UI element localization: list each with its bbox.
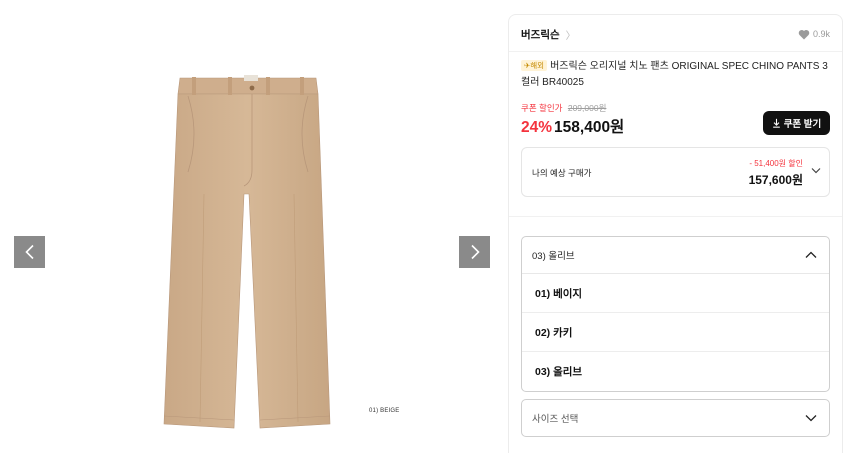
- download-icon: [772, 118, 780, 128]
- overseas-badge: ✈해외: [521, 60, 548, 71]
- chevron-down-icon: [811, 168, 821, 174]
- product-title-block: ✈해외 버즈릭슨 오리지널 치노 팬츠 ORIGINAL SPEC CHINO P…: [521, 59, 831, 91]
- sale-price: 158,400원: [554, 119, 625, 136]
- get-coupon-button[interactable]: 쿠폰 받기: [763, 111, 830, 135]
- chevron-right-icon: [470, 244, 480, 260]
- product-image-gallery: 01) BEIGE: [0, 0, 505, 453]
- next-image-button[interactable]: [459, 236, 490, 268]
- product-image: [163, 75, 331, 429]
- expected-discount: - 51,400원 할인: [749, 159, 803, 168]
- chevron-left-icon: [24, 244, 34, 260]
- coupon-price-label: 쿠폰 할인가: [521, 103, 563, 113]
- get-coupon-label: 쿠폰 받기: [783, 119, 822, 130]
- expected-price-values: - 51,400원 할인 157,600원: [749, 158, 803, 188]
- size-select[interactable]: 사이즈 선택: [521, 399, 830, 437]
- image-caption: 01) BEIGE: [369, 408, 400, 414]
- chevron-down-icon: [805, 415, 817, 422]
- expected-price-label: 나의 예상 구매가: [532, 168, 592, 178]
- expected-price-toggle[interactable]: 나의 예상 구매가 - 51,400원 할인 157,600원: [521, 147, 830, 197]
- color-option-beige[interactable]: 01) 베이지: [522, 274, 829, 313]
- prev-image-button[interactable]: [14, 236, 45, 268]
- color-option-khaki[interactable]: 02) 카키: [522, 313, 829, 352]
- brand-row: 버즈릭슨 〉 0.9k: [521, 25, 830, 43]
- product-info-panel: 버즈릭슨 〉 0.9k ✈해외 버즈릭슨 오리지널 치노 팬츠 ORIGINAL …: [508, 14, 843, 453]
- expected-price: 157,600원: [748, 173, 803, 187]
- brand-name: 버즈릭슨: [521, 28, 560, 41]
- color-option-olive[interactable]: 03) 올리브: [522, 352, 829, 391]
- product-title: 버즈릭슨 오리지널 치노 팬츠 ORIGINAL SPEC CHINO PANT…: [521, 61, 828, 88]
- divider: [509, 216, 842, 217]
- coupon-price-line: 쿠폰 할인가 209,000원: [521, 102, 606, 114]
- discount-percent: 24%: [521, 119, 553, 136]
- chevron-up-icon: [805, 251, 817, 258]
- like-button[interactable]: 0.9k: [798, 29, 830, 40]
- chevron-right-icon: 〉: [565, 30, 576, 42]
- divider: [509, 51, 842, 52]
- like-count: 0.9k: [812, 29, 830, 39]
- color-select-header[interactable]: 03) 올리브: [522, 237, 829, 274]
- color-select[interactable]: 03) 올리브 01) 베이지 02) 카키 03) 올리브: [521, 236, 830, 392]
- color-select-value: 03) 올리브: [532, 251, 575, 262]
- heart-icon: [798, 29, 810, 39]
- size-select-placeholder: 사이즈 선택: [532, 414, 579, 425]
- original-price: 209,000원: [567, 103, 607, 113]
- price-line: 24% 158,400원: [521, 115, 624, 137]
- brand-link[interactable]: 버즈릭슨 〉: [521, 27, 576, 42]
